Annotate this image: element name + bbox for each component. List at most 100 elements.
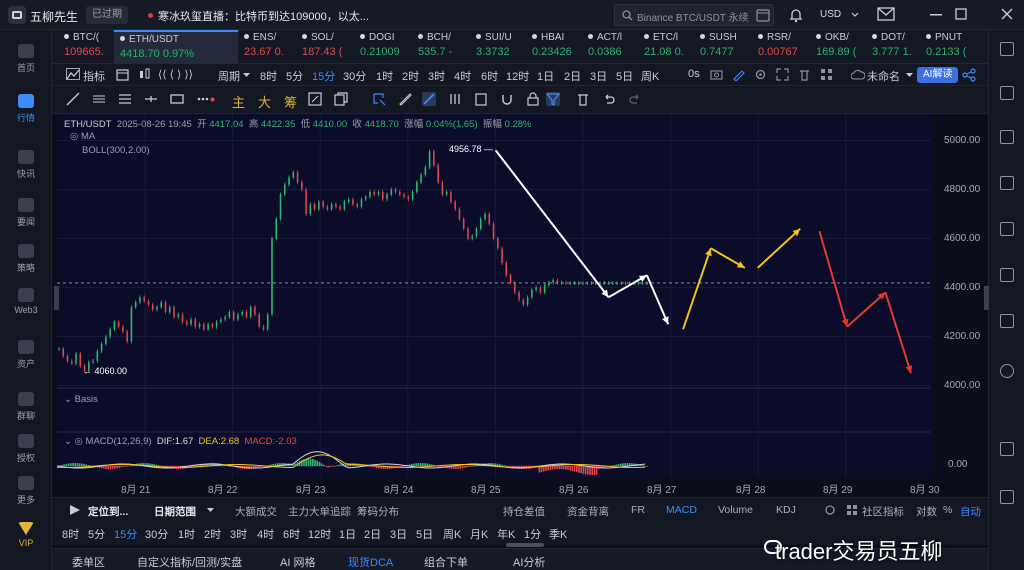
- chevron-down-icon[interactable]: [243, 73, 250, 78]
- calendar-icon[interactable]: [756, 8, 770, 22]
- market-tab[interactable]: SUSH 0.7477: [694, 30, 752, 64]
- chart-area[interactable]: 4956.78 — ← 4060.00: [56, 114, 934, 484]
- indicators-button[interactable]: 指标: [83, 68, 105, 84]
- timeframe-8[interactable]: 6时: [481, 68, 498, 84]
- copy-icon[interactable]: [334, 92, 348, 106]
- timeframe-6[interactable]: 3时: [428, 68, 445, 84]
- timeframe2-13[interactable]: 5日: [416, 526, 433, 542]
- expired-badge[interactable]: 已过期: [86, 6, 128, 24]
- redo-icon[interactable]: [628, 92, 642, 106]
- timeframe-2[interactable]: 15分: [312, 68, 335, 84]
- unnamed-layout[interactable]: 未命名: [867, 68, 900, 84]
- grid-icon[interactable]: [820, 68, 833, 81]
- indicator-1[interactable]: 主力大单追踪: [288, 504, 351, 519]
- timeframe-9[interactable]: 12时: [506, 68, 529, 84]
- trend-icon[interactable]: [1000, 176, 1014, 190]
- market-tab[interactable]: DOT/3.777 1.: [866, 30, 920, 64]
- nav-item-4[interactable]: 策略: [0, 244, 52, 274]
- timeframe2-17[interactable]: 1分: [524, 526, 541, 542]
- bottom-tab-4[interactable]: 组合下单: [424, 554, 468, 570]
- calculator-icon[interactable]: [1000, 490, 1014, 504]
- timeframe2-16[interactable]: 年K: [497, 526, 515, 542]
- nav-item-2[interactable]: 快讯: [0, 150, 52, 180]
- timeframe2-18[interactable]: 季K: [549, 526, 567, 542]
- log-scale-toggle[interactable]: 对数: [916, 504, 937, 519]
- period-dropdown[interactable]: 周期: [218, 68, 240, 84]
- bottom-tab-1[interactable]: 自定义指标/回测/实盘: [137, 554, 242, 570]
- timeframe2-0[interactable]: 8时: [62, 526, 79, 542]
- indicator-icon[interactable]: [66, 68, 80, 80]
- right-collapse-handle[interactable]: [984, 286, 989, 310]
- nav-item-1[interactable]: 行情: [0, 94, 52, 124]
- compare-icon[interactable]: [308, 92, 322, 106]
- auto-toggle[interactable]: 自动: [960, 504, 981, 519]
- eye-icon[interactable]: ◎: [70, 131, 81, 142]
- timeframe2-3[interactable]: 30分: [145, 526, 168, 542]
- timeframe2-2[interactable]: 15分: [114, 526, 137, 542]
- trend-line-icon[interactable]: [66, 92, 80, 106]
- market-tab[interactable]: DOGI 0.21009: [354, 30, 412, 64]
- nav-item-0[interactable]: 首页: [0, 44, 52, 74]
- undo-icon[interactable]: [602, 92, 616, 106]
- brush-icon[interactable]: [422, 92, 436, 106]
- indicator-4[interactable]: 资金背离: [567, 504, 609, 519]
- macd-legend[interactable]: ⌄ ◎ MACD(12,26,9) DIF:1.67 DEA:2.68 MACD…: [64, 436, 297, 447]
- bottom-tab-5[interactable]: AI分析: [513, 554, 545, 570]
- book-icon[interactable]: [1000, 442, 1014, 456]
- calendar-icon[interactable]: [116, 68, 129, 81]
- share-icon[interactable]: [962, 68, 976, 82]
- timeframe2-15[interactable]: 月K: [470, 526, 488, 542]
- big-order-button[interactable]: 大: [258, 92, 271, 111]
- timeframe2-11[interactable]: 2日: [364, 526, 381, 542]
- price-axis[interactable]: 5000.00 4800.00 4600.00 4400.00 4200.00 4000.…: [932, 114, 988, 484]
- channel-icon[interactable]: [118, 92, 132, 106]
- rectangle-icon[interactable]: [170, 92, 184, 106]
- trash-icon[interactable]: [798, 68, 811, 81]
- candle-type-icon[interactable]: [138, 68, 151, 81]
- market-tab[interactable]: ACT/l 0.0386: [582, 30, 638, 64]
- cloud-icon[interactable]: [851, 69, 865, 80]
- timeframe-3[interactable]: 30分: [343, 68, 366, 84]
- eye-icon[interactable]: ◎: [75, 436, 86, 447]
- pen-icon[interactable]: [732, 68, 745, 81]
- timeframe-7[interactable]: 4时: [454, 68, 471, 84]
- nav-item-5[interactable]: Web3: [0, 288, 52, 315]
- timeframe-4[interactable]: 1时: [376, 68, 393, 84]
- community-indicators[interactable]: 社区指标: [862, 504, 904, 519]
- chips-button[interactable]: 筹: [284, 92, 297, 111]
- refresh-icon[interactable]: [1000, 364, 1014, 378]
- indicator-8[interactable]: KDJ: [776, 504, 796, 516]
- settings-icon[interactable]: [824, 504, 836, 516]
- indicator-5[interactable]: FR: [631, 504, 645, 516]
- timeframe-13[interactable]: 5日: [616, 68, 633, 84]
- maximize-icon[interactable]: [955, 8, 967, 20]
- chevron-down-icon[interactable]: [207, 508, 214, 513]
- market-tab[interactable]: PNUT 0.2133 (: [920, 30, 976, 64]
- market-tab[interactable]: RSR/0.00767: [752, 30, 810, 64]
- mail-icon[interactable]: [877, 7, 895, 21]
- lock-icon[interactable]: [526, 92, 540, 106]
- app-logo-icon[interactable]: [8, 6, 26, 24]
- market-tab[interactable]: OKB/169.89 (: [810, 30, 866, 64]
- timeframe2-4[interactable]: 1时: [178, 526, 195, 542]
- timeframe2-5[interactable]: 2时: [204, 526, 221, 542]
- time-axis[interactable]: 8月 21 8月 22 8月 23 8月 24 8月 25 8月 26 8月 27 8月 28…: [57, 478, 988, 496]
- timeframe2-14[interactable]: 周K: [443, 526, 461, 542]
- timeframe2-7[interactable]: 4时: [257, 526, 274, 542]
- nav-item-10[interactable]: VIP: [0, 522, 52, 548]
- basis-legend[interactable]: ⌄ Basis: [64, 394, 98, 405]
- timeframe-12[interactable]: 3日: [590, 68, 607, 84]
- minimize-icon[interactable]: [930, 14, 942, 17]
- indicator-6[interactable]: MACD: [666, 504, 697, 516]
- nav-item-9[interactable]: 更多: [0, 476, 52, 506]
- timeframe-14[interactable]: 周K: [641, 68, 659, 84]
- nav-item-7[interactable]: 群聊: [0, 392, 52, 422]
- timeframe2-9[interactable]: 12时: [308, 526, 331, 542]
- chevron-down-icon[interactable]: [906, 73, 913, 78]
- nav-item-3[interactable]: 要闻: [0, 198, 52, 228]
- timeframe2-6[interactable]: 3时: [230, 526, 247, 542]
- layout-grid-icon[interactable]: [1000, 42, 1014, 56]
- collapse-icon[interactable]: ⌄: [64, 436, 75, 447]
- indicator-2[interactable]: 筹码分布: [357, 504, 399, 519]
- nav-item-8[interactable]: 授权: [0, 434, 52, 464]
